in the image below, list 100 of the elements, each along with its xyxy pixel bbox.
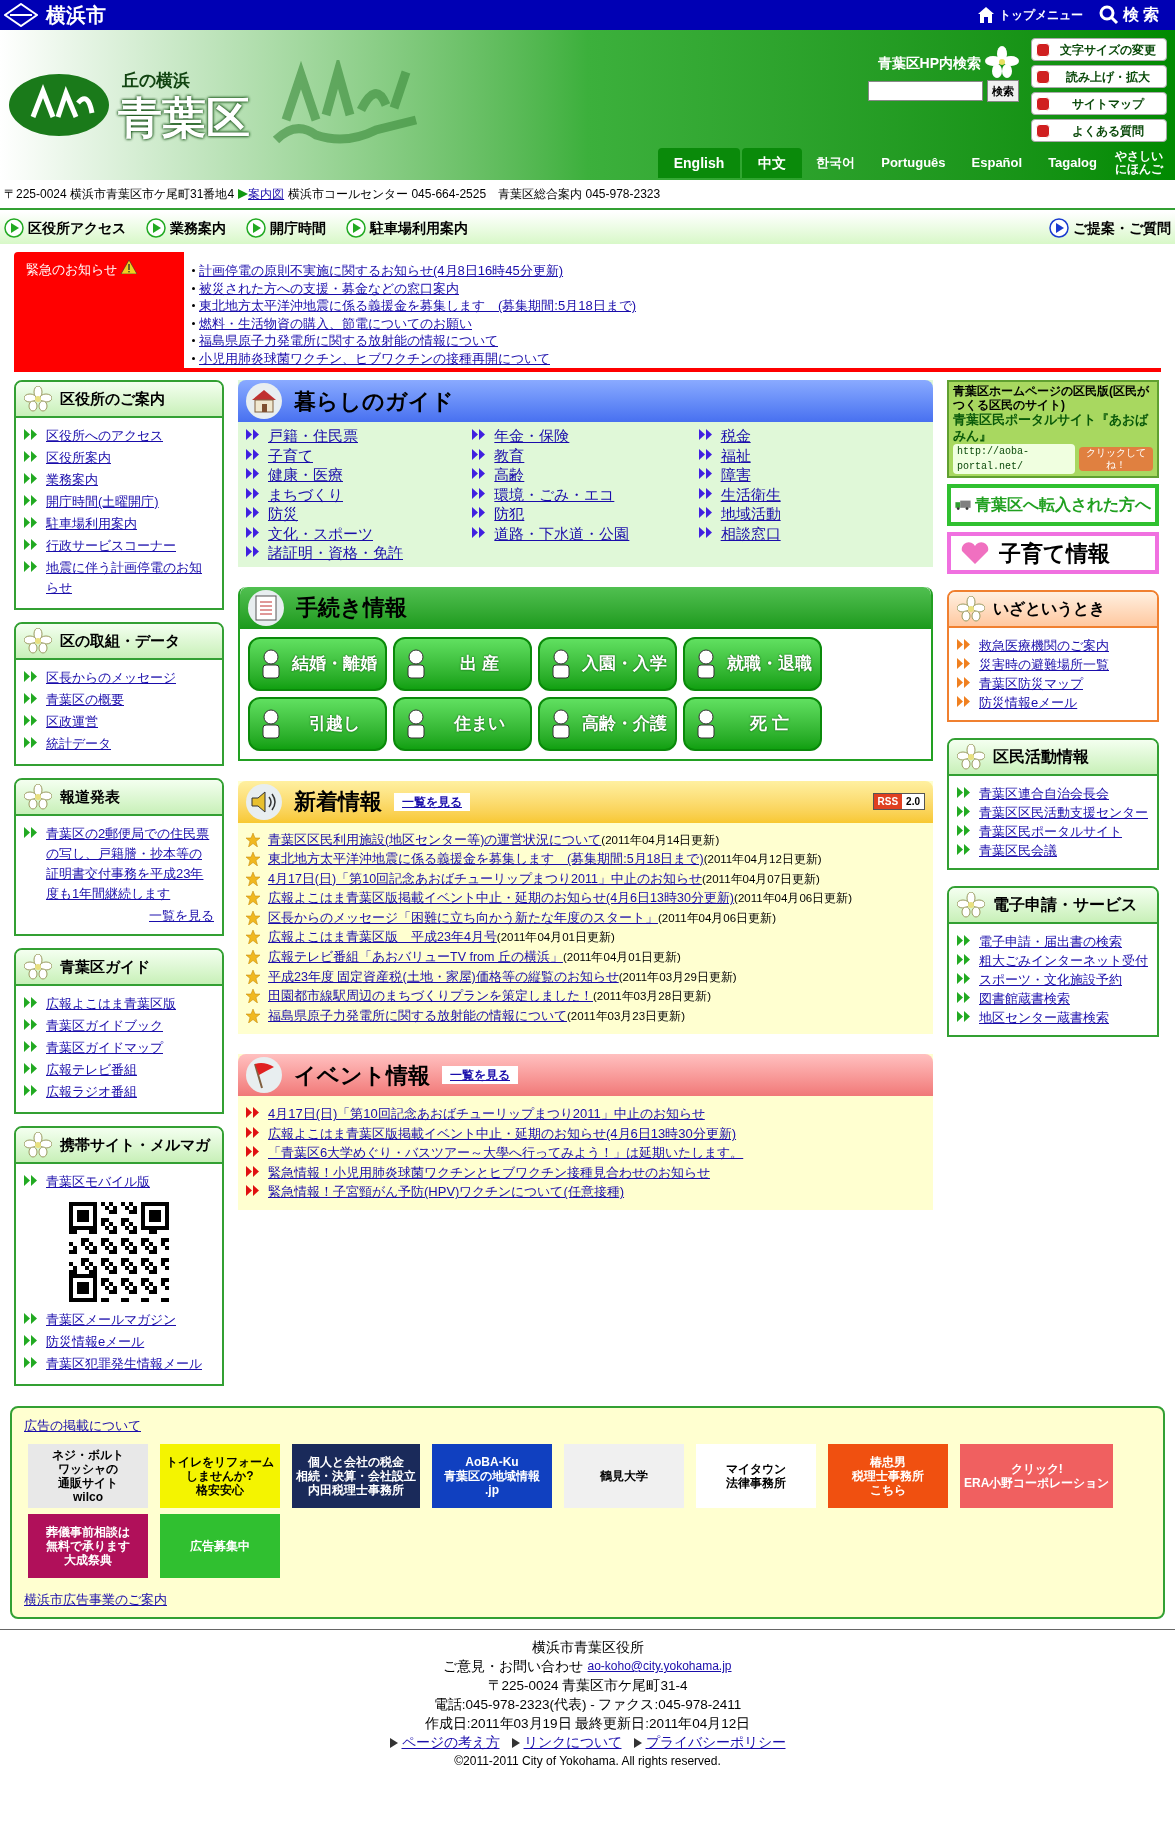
emergency-link[interactable]: 被災された方への支援・募金などの窓口案内 [199,279,459,297]
sidebar-link[interactable]: 駐車場利用案内 [46,514,137,534]
guide-link[interactable]: 高齢 [494,465,525,485]
language-link[interactable]: やさしいにほんご [1111,148,1167,178]
guide-link[interactable]: 教育 [494,445,525,465]
event-link[interactable]: 広報よこはま青葉区版掲載イベント中止・延期のお知らせ(4月6日13時30分更新) [268,1123,737,1144]
sidebar-link[interactable]: 開庁時間(土曜開庁) [46,492,159,512]
guide-link[interactable]: 文化・スポーツ [268,523,373,543]
sidebar-link[interactable]: 青葉区モバイル版 [46,1172,150,1192]
ad-banner[interactable]: 椿忠男 税理士事務所 こちら [828,1443,948,1508]
sidebar-link[interactable]: 地区センター蔵書検索 [979,1008,1109,1027]
language-link[interactable]: Tagalog [1036,148,1109,178]
event-link[interactable]: 4月17日(日)「第10回記念あおばチューリップまつり2011」中止のお知らせ [268,1104,705,1124]
more-link[interactable]: 一覧を見る [149,908,214,923]
sidebar-link[interactable]: 粗大ごみインターネット受付 [979,951,1148,970]
email-link[interactable]: ao-koho@city.yokohama.jp [587,1657,732,1676]
event-link[interactable]: 緊急情報！子宮頸がん予防(HPV)ワクチンについて(任意接種) [268,1182,625,1202]
guide-link[interactable]: 諸証明・資格・免許 [268,543,403,563]
ad-banner[interactable]: 鶴見大学 [564,1443,684,1508]
sidebar-link[interactable]: 区政運営 [46,712,98,732]
news-link[interactable]: 4月17日(日)「第10回記念あおばチューリップまつり2011」中止のお知らせ [268,869,702,890]
language-link[interactable]: 中文 [742,148,803,178]
ad-banner[interactable]: 葬儀事前相談は 無料で承ります 大成祭典 [28,1513,148,1578]
nav-link[interactable]: 業務案内 [146,217,226,239]
emergency-link[interactable]: 小児用肺炎球菌ワクチン、ヒブワクチンの接種再開について [199,349,550,367]
guide-link[interactable]: 相談窓口 [720,523,781,543]
sidebar-link[interactable]: 行政サービスコーナー [46,536,176,556]
rss-badge[interactable]: RSS 2.0 [872,793,925,810]
sidebar-link[interactable]: スポーツ・文化施設予約 [979,970,1122,989]
sidebar-link[interactable]: 青葉区連合自治会長会 [979,784,1109,803]
sidebar-link[interactable]: 区長からのメッセージ [46,668,176,688]
childcare-banner[interactable]: 子育て情報 [947,532,1159,574]
top-menu-link[interactable]: トップメニュー [976,6,1083,24]
guide-link[interactable]: 生活衛生 [720,484,781,504]
sidebar-link[interactable]: 青葉区防災マップ [979,674,1083,693]
tool-button[interactable]: よくある質問 [1031,119,1167,142]
news-link[interactable]: 区長からのメッセージ「困難に立ち向かう新たな年度のスタート」 [268,908,658,929]
ads-info-link[interactable]: 広告の掲載について [24,1418,141,1433]
sidebar-link[interactable]: 青葉区民ポータルサイト [979,822,1122,841]
guide-link[interactable]: 健康・医療 [268,465,343,485]
more-link[interactable]: 一覧を見る [394,792,470,811]
sidebar-link[interactable]: 図書館蔵書検索 [979,989,1070,1008]
ad-banner[interactable]: マイタウン 法律事務所 [696,1443,816,1508]
sidebar-link[interactable]: 青葉区ガイドブック [46,1016,163,1036]
sidebar-link[interactable]: 青葉区の概要 [46,690,124,710]
guide-link[interactable]: 年金・保険 [494,426,570,446]
ad-banner[interactable]: ネジ・ボルト ワッシャの 通販サイト wilco [28,1443,148,1508]
sidebar-link[interactable]: 防災情報eメール [46,1332,145,1352]
sidebar-link[interactable]: 統計データ [46,734,111,754]
guide-link[interactable]: 防災 [268,504,298,524]
sidebar-link[interactable]: 青葉区の2郵便局での住民票の写し、戸籍謄・抄本等の証明書交付事務を平成23年度も1年間継続します [46,824,214,904]
news-link[interactable]: 平成23年度 固定資産税(土地・家屋)価格等の縦覧のお知らせ [268,967,619,988]
sidebar-link[interactable]: 区役所案内 [46,448,111,468]
footer-link[interactable]: リンクについて [523,1733,622,1752]
nav-link[interactable]: 区役所アクセス [4,217,126,239]
emergency-link[interactable]: 東北地方太平洋沖地震に係る義援金を募集します (募集期間:5月18日まで) [199,297,636,315]
sidebar-link[interactable]: 広報ラジオ番組 [46,1082,137,1102]
emergency-link[interactable]: 燃料・生活物資の購入、節電についてのお願い [199,314,472,332]
ad-banner[interactable]: トイレをリフォーム しませんか? 格安安心 [160,1443,280,1508]
guide-link[interactable]: 障害 [720,465,751,485]
guide-link[interactable]: 福祉 [720,445,751,465]
ad-banner[interactable]: AoBA-Ku 青葉区の地域情報 .jp [432,1443,552,1508]
more-link[interactable]: 一覧を見る [442,1066,518,1085]
map-link[interactable]: 案内図 [248,185,285,203]
nav-link[interactable]: 開庁時間 [246,217,326,239]
guide-link[interactable]: 地域活動 [720,504,781,524]
sidebar-link[interactable]: 広報よこはま青葉区版 [46,994,176,1014]
guide-link[interactable]: 防犯 [494,504,525,524]
sidebar-link[interactable]: 青葉区民会議 [979,841,1057,860]
news-link[interactable]: 青葉区区民利用施設(地区センター等)の運営状況について [268,830,602,851]
emergency-link[interactable]: 計画停電の原則不実施に関するお知らせ(4月8日16時45分更新) [199,262,564,280]
sidebar-link[interactable]: 地震に伴う計画停電のお知らせ [46,558,214,598]
news-link[interactable]: 広報よこはま青葉区版掲載イベント中止・延期のお知らせ(4月6日13時30分更新) [268,889,735,909]
guide-link[interactable]: 環境・ごみ・エコ [494,484,615,504]
footer-link[interactable]: プライバシーポリシー [645,1733,786,1752]
sidebar-link[interactable]: 災害時の避難場所一覧 [979,655,1109,674]
sidebar-link[interactable]: 救急医療機関のご案内 [979,636,1109,655]
guide-link[interactable]: まちづくり [268,484,343,504]
guide-link[interactable]: 道路・下水道・公園 [494,523,630,543]
sidebar-link[interactable]: 青葉区メールマガジン [46,1310,176,1330]
sidebar-link[interactable]: 防災情報eメール [979,693,1078,712]
news-link[interactable]: 広報テレビ番組「あおバリューTV from 丘の横浜」 [268,948,563,968]
language-link[interactable]: Português [869,148,958,178]
tool-button[interactable]: サイトマップ [1031,92,1167,115]
search-field[interactable] [868,81,983,101]
sidebar-link[interactable]: 青葉区ガイドマップ [46,1038,163,1058]
search-link[interactable]: 検 索 [1098,3,1159,27]
ad-banner[interactable]: 個人と会社の税金 相続・決算・会社設立 内田税理士事務所 [292,1443,420,1508]
news-link[interactable]: 東北地方太平洋沖地震に係る義援金を募集します (募集期間:5月18日まで) [268,850,704,870]
footer-link[interactable]: ページの考え方 [401,1733,500,1752]
guide-link[interactable]: 税金 [720,426,751,446]
emergency-link[interactable]: 福島県原子力発電所に関する放射能の情報について [199,332,498,350]
sidebar-link[interactable]: 電子申請・届出書の検索 [979,932,1122,951]
sidebar-link[interactable]: 広報テレビ番組 [46,1060,137,1080]
nav-link[interactable]: 駐車場利用案内 [346,217,468,239]
sidebar-link[interactable]: 区役所へのアクセス [46,426,163,446]
tool-button[interactable]: 文字サイズの変更 [1031,38,1167,61]
news-link[interactable]: 田園都市線駅周辺のまちづくりプランを策定しました！ [268,987,593,1007]
guide-link[interactable]: 戸籍・住民票 [268,426,358,446]
guide-link[interactable]: 子育て [268,445,313,465]
